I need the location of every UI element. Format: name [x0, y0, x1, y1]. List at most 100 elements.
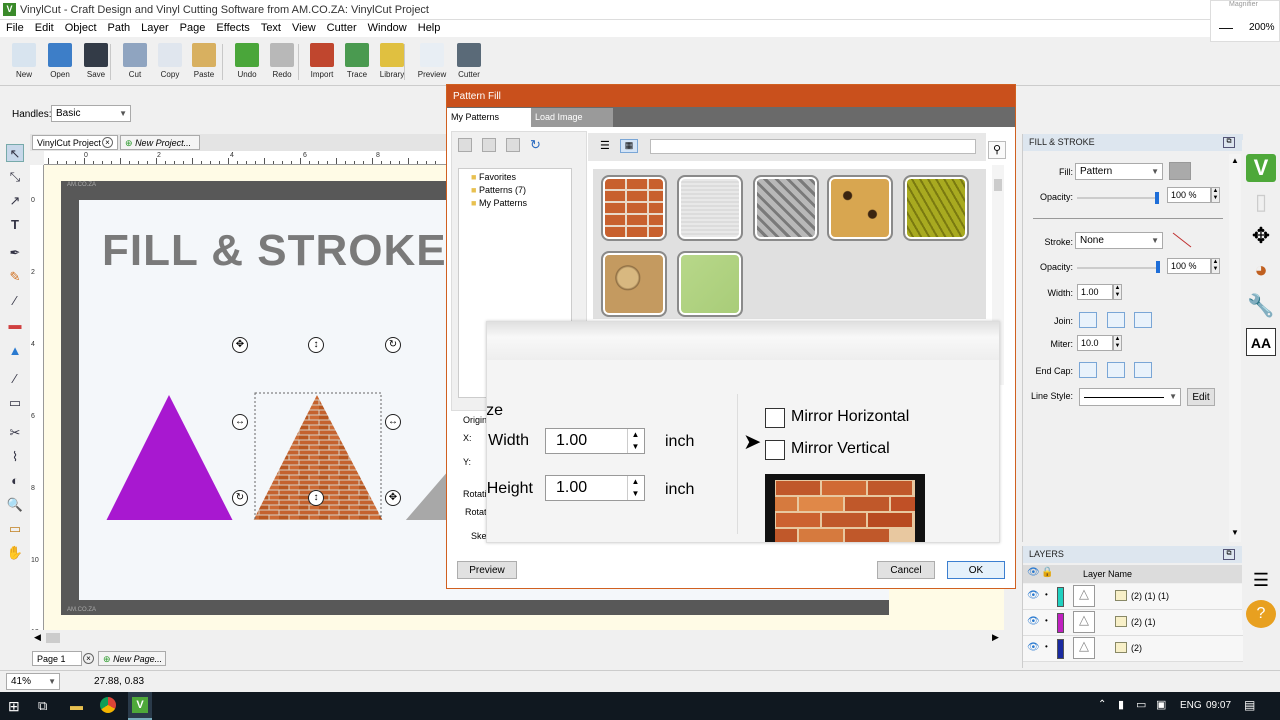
stroke-type-select[interactable]: None ▼: [1075, 232, 1163, 249]
scroll-left-icon[interactable]: ◀: [34, 632, 41, 643]
panel-scrollbar[interactable]: ▲ ▼: [1229, 154, 1241, 542]
task-view-icon[interactable]: ⧉: [38, 698, 47, 714]
language-indicator[interactable]: ENG: [1180, 700, 1202, 711]
network-icon[interactable]: ▣: [1156, 698, 1166, 711]
close-tab-icon[interactable]: ×: [102, 137, 113, 148]
menu-cutter[interactable]: Cutter: [321, 20, 362, 34]
import-button[interactable]: Import: [304, 39, 340, 85]
layer-lock-dot-icon[interactable]: •: [1045, 642, 1048, 651]
palette-icon[interactable]: ◕: [1246, 256, 1276, 284]
rotate-handle-icon[interactable]: ↻: [385, 337, 401, 353]
menu-layer[interactable]: Layer: [135, 20, 174, 34]
canvas-shapes[interactable]: [79, 320, 499, 520]
move-arrows-icon[interactable]: ✥: [1246, 222, 1276, 250]
chrome-icon[interactable]: [100, 697, 116, 713]
fill-color-swatch[interactable]: [1169, 162, 1191, 180]
add-folder-icon[interactable]: [458, 138, 472, 152]
pattern-swatch-leopard[interactable]: [827, 175, 893, 241]
layer-row[interactable]: 👁 • △ (2) (1) (1): [1023, 584, 1243, 610]
tab-new-page[interactable]: ⊕ New Page...: [98, 651, 166, 666]
close-page-icon[interactable]: ×: [83, 653, 94, 664]
menu-object[interactable]: Object: [59, 20, 102, 34]
grid-view-icon[interactable]: ▦: [620, 139, 638, 153]
eraser-tool-icon[interactable]: ▬: [6, 316, 24, 334]
delete-icon[interactable]: [482, 138, 496, 152]
battery-icon[interactable]: ▭: [1136, 698, 1146, 711]
layer-color-swatch[interactable]: [1057, 587, 1064, 607]
tab-new-project[interactable]: ⊕ New Project...: [120, 135, 200, 150]
contour-tool-icon[interactable]: ◐: [6, 472, 24, 490]
pattern-swatch-brick[interactable]: [601, 175, 667, 241]
menu-text[interactable]: Text: [255, 20, 286, 34]
menu-path[interactable]: Path: [102, 20, 136, 34]
layer-visible-icon[interactable]: 👁: [1027, 642, 1040, 653]
select-tool-icon[interactable]: ↖: [6, 144, 24, 162]
fill-opacity-slider-track[interactable]: [1077, 197, 1159, 199]
tree-item-my-patterns[interactable]: ■ My Patterns: [471, 198, 527, 208]
layer-color-swatch[interactable]: [1057, 613, 1064, 633]
ok-button[interactable]: OK: [947, 561, 1005, 579]
clock[interactable]: 09:07: [1206, 700, 1231, 711]
search-icon[interactable]: ⚲: [988, 141, 1006, 159]
handles-select[interactable]: Basic ▼: [51, 105, 131, 122]
list-view-icon[interactable]: ☰: [600, 139, 616, 153]
stroke-opacity-stepper-icon[interactable]: ▲ ▼: [1211, 258, 1220, 274]
pattern-swatch-honeycomb-green[interactable]: [903, 175, 969, 241]
mirror-vertical-checkbox[interactable]: [765, 440, 785, 460]
edit-line-style-button[interactable]: Edit: [1187, 388, 1215, 406]
miter-field[interactable]: 10.0: [1077, 335, 1113, 351]
cut-button[interactable]: Cut: [117, 39, 153, 85]
tree-item-patterns[interactable]: ■ Patterns (7): [471, 185, 526, 195]
scale-horizontal-handle-right-icon[interactable]: ↔: [385, 414, 401, 430]
redo-button[interactable]: Redo: [264, 39, 300, 85]
line-style-select[interactable]: ▼: [1079, 388, 1181, 406]
tab-page-1[interactable]: Page 1: [32, 651, 82, 666]
copy-button[interactable]: Copy: [152, 39, 188, 85]
join-miter-icon[interactable]: [1079, 312, 1097, 328]
pencil-tool-icon[interactable]: ✎: [6, 268, 24, 286]
fill-opacity-stepper-icon[interactable]: ▲ ▼: [1211, 187, 1220, 203]
eyedropper-tool-icon[interactable]: ⁄: [6, 370, 24, 388]
menu-help[interactable]: Help: [412, 20, 446, 34]
layer-row[interactable]: 👁 • △ (2): [1023, 636, 1243, 662]
layers-icon[interactable]: ☰: [1246, 566, 1276, 594]
cap-square-icon[interactable]: [1134, 362, 1152, 378]
refresh-icon[interactable]: ↻: [530, 138, 544, 152]
purple-triangle[interactable]: [106, 395, 233, 520]
windows-start-icon[interactable]: ⊞: [8, 698, 20, 715]
pen-tool-icon[interactable]: ✒: [6, 244, 24, 262]
paste-button[interactable]: Paste: [186, 39, 222, 85]
panel-undock-icon[interactable]: ⧉: [1223, 137, 1235, 148]
pattern-swatch-stone[interactable]: [601, 251, 667, 317]
miter-stepper-icon[interactable]: ▲ ▼: [1113, 335, 1122, 351]
mirror-horizontal-checkbox[interactable]: [765, 408, 785, 428]
knife-tool-icon[interactable]: ✂: [6, 424, 24, 442]
join-round-icon[interactable]: [1107, 312, 1125, 328]
pattern-search-input[interactable]: [650, 139, 976, 154]
menu-view[interactable]: View: [286, 20, 321, 34]
notifications-icon[interactable]: ▤: [1244, 698, 1255, 712]
scroll-thumb[interactable]: [994, 179, 1002, 191]
wrench-icon[interactable]: 🔧: [1246, 292, 1276, 320]
layer-lock-dot-icon[interactable]: •: [1045, 616, 1048, 625]
pattern-swatch-diamond-plate[interactable]: [753, 175, 819, 241]
tab-my-patterns[interactable]: My Patterns: [447, 108, 531, 127]
horizontal-scrollbar[interactable]: ◀ ▶: [30, 630, 1004, 646]
scroll-down-icon[interactable]: ▼: [1231, 528, 1239, 537]
move-handle-icon[interactable]: ✥: [232, 337, 248, 353]
layer-lock-dot-icon[interactable]: •: [1045, 590, 1048, 599]
vinylcut-logo-icon[interactable]: V: [1246, 154, 1276, 182]
layer-visible-icon[interactable]: 👁: [1027, 616, 1040, 627]
undo-button[interactable]: Undo: [229, 39, 265, 85]
preview-button[interactable]: Preview: [414, 39, 450, 85]
scroll-right-icon[interactable]: ▶: [992, 632, 999, 643]
fill-opacity-slider-thumb[interactable]: [1155, 192, 1159, 204]
stroke-opacity-slider-track[interactable]: [1077, 267, 1159, 269]
zoom-out-button[interactable]: —: [1219, 19, 1233, 35]
file-explorer-icon[interactable]: ▬: [70, 698, 83, 713]
zoom-select[interactable]: 41% ▼: [6, 673, 60, 690]
new-button[interactable]: New: [6, 39, 42, 85]
text-properties-icon[interactable]: AA: [1246, 328, 1276, 356]
tab-load-image[interactable]: Load Image: [531, 108, 613, 127]
import-pattern-icon[interactable]: [506, 138, 520, 152]
